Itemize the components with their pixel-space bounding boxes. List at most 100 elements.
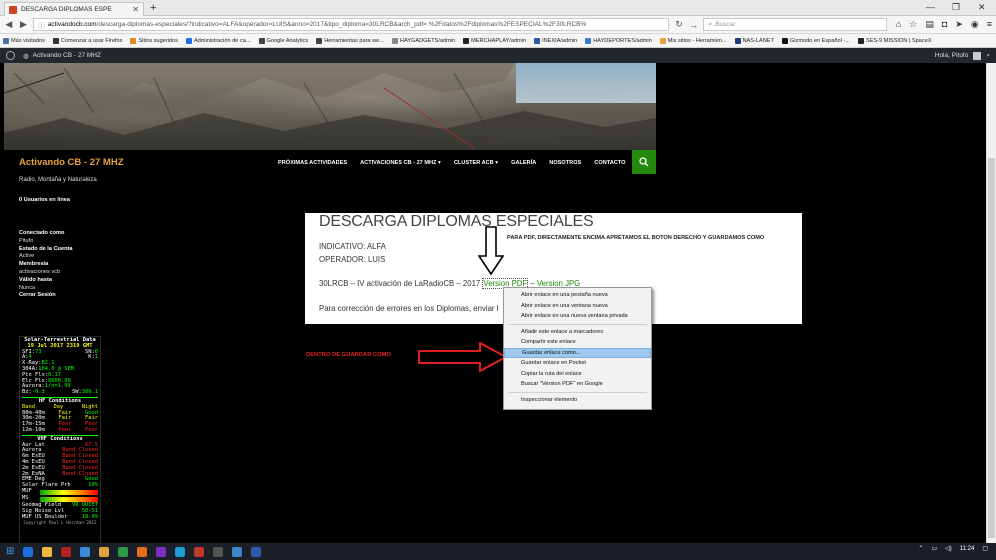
nav-item-label: PRÓXIMAS ACTIVIDADES bbox=[278, 160, 348, 166]
menu-item-open-new-window[interactable]: Abrir enlace en una ventana nueva bbox=[504, 301, 651, 312]
bookmark-label: Google Analytics bbox=[266, 37, 309, 44]
bookmark-item[interactable]: Más visitados bbox=[3, 37, 45, 44]
bookmark-item[interactable]: Google Analytics bbox=[258, 37, 309, 44]
indicativo-text: INDICATIVO: ALFA bbox=[319, 242, 387, 251]
admin-greeting[interactable]: Hola, Pitufo bbox=[935, 52, 969, 59]
menu-item-inspect-element[interactable]: Inspeccionar elemento bbox=[504, 395, 651, 406]
bookmark-icon bbox=[391, 37, 398, 44]
users-online: 0 Usuarios en línea bbox=[19, 197, 70, 203]
nav-item-label: CLUSTER ACB bbox=[453, 160, 494, 166]
word-icon[interactable] bbox=[251, 546, 262, 557]
edge-icon[interactable] bbox=[23, 546, 34, 557]
bookmark-item[interactable]: Sitios sugeridos bbox=[130, 37, 178, 44]
volume-icon[interactable]: ◁) bbox=[945, 545, 952, 552]
admin-search-icon[interactable]: ⌕ bbox=[986, 52, 990, 60]
solar-value: 1 bbox=[94, 354, 98, 361]
bookmark-label: Más visitados bbox=[11, 37, 45, 44]
bookmark-item[interactable]: NAS-LANET bbox=[734, 37, 774, 44]
notifications-icon[interactable]: ▢ bbox=[982, 545, 988, 552]
close-window-button[interactable]: ✕ bbox=[978, 2, 986, 13]
info-icon[interactable]: ⓘ bbox=[38, 20, 45, 30]
minimize-button[interactable]: — bbox=[926, 2, 935, 12]
clock[interactable]: 11:24 bbox=[960, 546, 975, 552]
url-input[interactable]: ⓘ activandocb.com/descarga-diplomas-espe… bbox=[33, 18, 670, 31]
new-tab-button[interactable]: + bbox=[150, 2, 156, 14]
bookmark-icon bbox=[534, 37, 541, 44]
menu-item-save-to-pocket[interactable]: Guardar enlace en Pocket bbox=[504, 358, 651, 369]
bookmark-icon bbox=[463, 37, 470, 44]
network-icon[interactable]: ▭ bbox=[931, 545, 937, 552]
page-scrollbar[interactable] bbox=[986, 63, 996, 543]
nav-item[interactable]: CLUSTER ACB ▾ bbox=[454, 160, 498, 166]
hf-rows: 80m-40m Fair Good 30m-20m Fair Fair 17m-15m Poo… bbox=[22, 410, 98, 434]
nav-item[interactable]: GALERÍA bbox=[511, 160, 536, 166]
pocket-icon[interactable]: ◘ bbox=[942, 19, 947, 30]
windows-start-icon[interactable]: ⊞ bbox=[6, 546, 14, 557]
app3-icon[interactable] bbox=[194, 546, 205, 557]
nav-item[interactable]: CONTACTO bbox=[594, 160, 625, 166]
send-icon[interactable]: ➤ bbox=[955, 19, 963, 30]
nav-item[interactable]: ACTIVACIONES CB - 27 MHZ ▾ bbox=[360, 160, 441, 166]
wordpress-logo-icon[interactable] bbox=[6, 51, 15, 60]
bookmark-item[interactable]: Administración de ca... bbox=[185, 37, 251, 44]
addon-icon[interactable]: ◉ bbox=[971, 19, 979, 30]
tab-close-icon[interactable]: ✕ bbox=[132, 5, 139, 14]
tray-chevron-icon[interactable]: ⌃ bbox=[918, 545, 923, 552]
dropdown-arrow-icon[interactable]: → bbox=[689, 20, 699, 30]
chrome-icon[interactable] bbox=[118, 546, 129, 557]
scrollbar-thumb[interactable] bbox=[988, 158, 995, 538]
bookmark-item[interactable]: Mis sitios - Herramien... bbox=[659, 37, 727, 44]
reload-icon[interactable]: ↻ bbox=[674, 19, 684, 30]
folder-icon[interactable] bbox=[42, 546, 53, 557]
bookmark-label: Administración de ca... bbox=[193, 37, 251, 44]
bookmark-item[interactable]: HAYDEPORTES/admin bbox=[585, 37, 652, 44]
nav-item[interactable]: NOSOTROS bbox=[549, 160, 581, 166]
menu-item-open-new-tab[interactable]: Abrir enlace en una pestaña nueva bbox=[504, 290, 651, 301]
back-arrow-icon[interactable]: ◀ bbox=[4, 19, 14, 30]
home-icon[interactable]: ⌂ bbox=[896, 19, 901, 30]
search-input[interactable]: ⌕ Buscar bbox=[703, 18, 887, 31]
logout-link[interactable]: Cerrar Sesión bbox=[19, 292, 72, 300]
bookmark-star-icon[interactable]: ☆ bbox=[909, 19, 917, 30]
bookmark-item[interactable]: Herramientas para we... bbox=[316, 37, 384, 44]
reading-list-icon[interactable]: ▤ bbox=[925, 19, 934, 30]
bookmark-item[interactable]: SES-9 MISSION | SpaceX bbox=[857, 37, 931, 44]
app5-icon[interactable] bbox=[232, 546, 243, 557]
bookmark-item[interactable]: HAYGADGETS/admin bbox=[391, 37, 455, 44]
admin-site-link[interactable]: ◍ Activando CB - 27 MHZ bbox=[23, 52, 101, 60]
app2-icon[interactable] bbox=[175, 546, 186, 557]
solar-terrestrial-widget[interactable]: Solar-Terrestrial Data 19 Jul 2017 2319 … bbox=[19, 336, 101, 544]
site-description: Radio, Montaña y Naturaleza bbox=[19, 177, 97, 183]
bookmark-item[interactable]: MERCHAPLAY/admin bbox=[463, 37, 526, 44]
bookmark-item[interactable]: Comenzar a usar Firefox bbox=[52, 37, 122, 44]
nav-item[interactable]: PRÓXIMAS ACTIVIDADES bbox=[278, 160, 347, 166]
app4-icon[interactable] bbox=[213, 546, 224, 557]
menu-item-search-google[interactable]: Buscar "Version PDF" en Google bbox=[504, 379, 651, 390]
avatar[interactable] bbox=[973, 51, 982, 60]
menu-item-copy-link[interactable]: Copiar la ruta del enlace bbox=[504, 369, 651, 380]
bookmark-item[interactable]: Gizmodo en Español -... bbox=[781, 37, 850, 44]
header-image[interactable] bbox=[4, 63, 656, 150]
menu-item-bookmark-link[interactable]: Añadir este enlace a marcadores bbox=[504, 327, 651, 338]
bookmark-icon bbox=[52, 37, 59, 44]
menu-item-save-link-as[interactable]: Guardar enlace como... bbox=[504, 347, 651, 358]
explorer-icon[interactable] bbox=[99, 546, 110, 557]
nav-search-button[interactable] bbox=[632, 150, 656, 174]
filezilla-icon[interactable] bbox=[61, 546, 72, 557]
page-title: DESCARGA DIPLOMAS ESPECIALES bbox=[319, 213, 594, 230]
app1-icon[interactable] bbox=[156, 546, 167, 557]
bookmark-icon bbox=[130, 37, 137, 44]
forward-arrow-icon[interactable]: ▶ bbox=[19, 19, 29, 30]
tab-descarga-diplomas[interactable]: DESCARGA DIPLOMAS ESPE ✕ bbox=[4, 2, 144, 16]
menu-item-open-private-window[interactable]: Abrir enlace en una nueva ventana privad… bbox=[504, 311, 651, 322]
maximize-button[interactable]: ❐ bbox=[952, 2, 960, 13]
hf-day: Poor bbox=[58, 426, 72, 433]
solar-label: SW: bbox=[72, 389, 82, 396]
site-title[interactable]: Activando CB - 27 MHZ bbox=[19, 157, 124, 168]
ie-icon[interactable] bbox=[80, 546, 91, 557]
bookmark-item[interactable]: INEXIA/admin bbox=[534, 37, 577, 44]
menu-icon[interactable]: ≡ bbox=[987, 19, 992, 30]
firefox-icon[interactable] bbox=[137, 546, 148, 557]
bookmark-icon bbox=[316, 37, 323, 44]
menu-item-share-link[interactable]: Compartir este enlace bbox=[504, 337, 651, 348]
